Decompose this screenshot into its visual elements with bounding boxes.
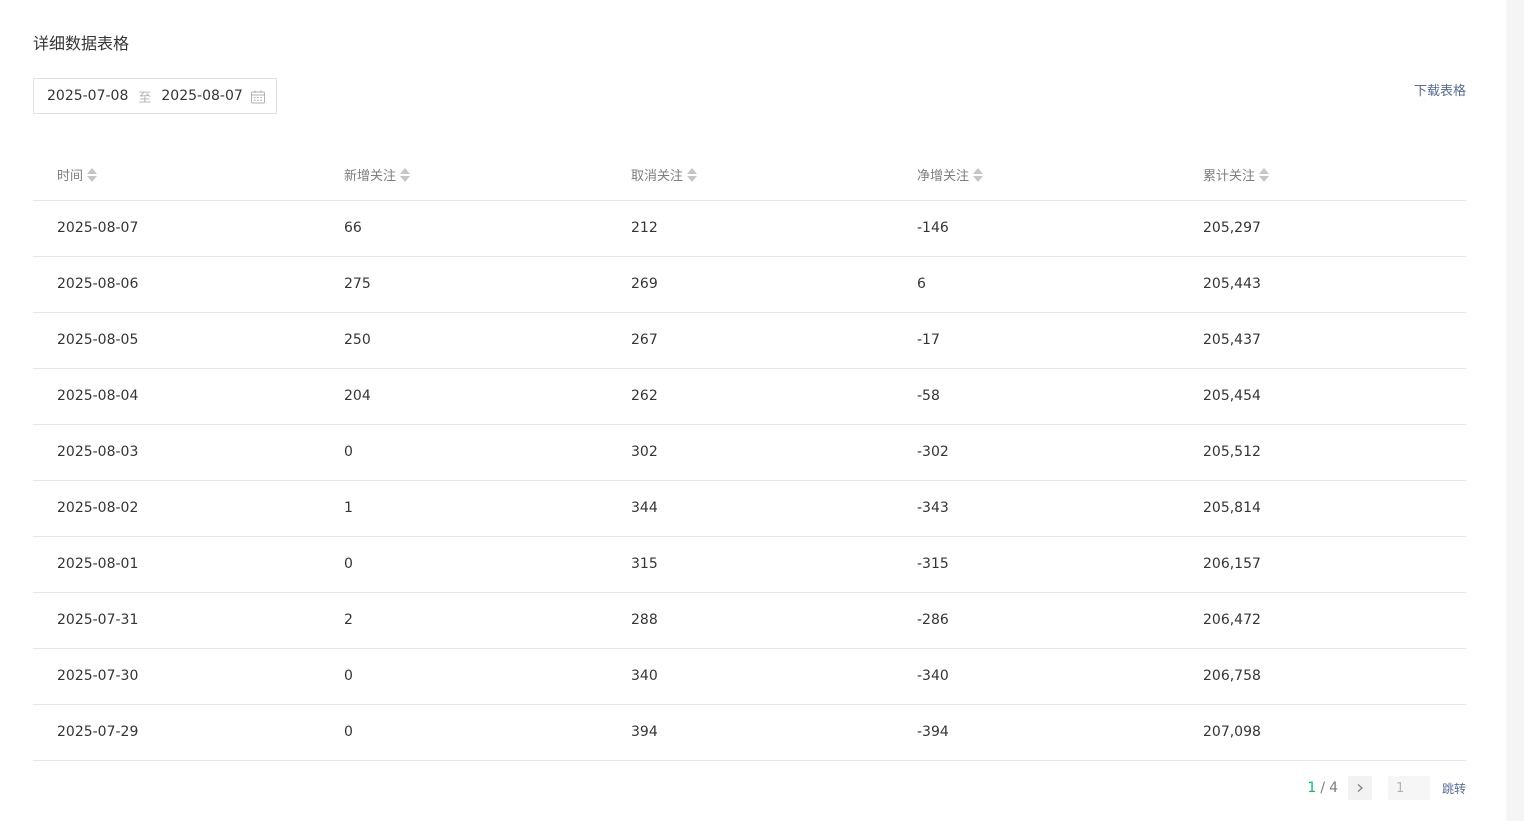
cell-net-follows: 6	[917, 276, 926, 292]
table-row: 2025-07-29 0 394 -394 207,098	[33, 705, 1466, 761]
sort-icon[interactable]	[687, 167, 698, 182]
sort-icon[interactable]	[1259, 167, 1270, 182]
cell-cumulative-follows: 205,443	[1203, 276, 1261, 292]
table-header: 时间 新增关注 取消关注 净增关注 累计关注	[33, 146, 1466, 201]
cell-unfollows: 315	[631, 556, 658, 572]
cell-unfollows: 212	[631, 220, 658, 236]
cell-date: 2025-07-29	[57, 724, 139, 740]
table-row: 2025-08-03 0 302 -302 205,512	[33, 425, 1466, 481]
detail-data-panel: 详细数据表格 2025-07-08 至 2025-08-07 下载表格 时间 新…	[33, 0, 1466, 821]
cell-net-follows: -17	[917, 332, 940, 348]
cell-new-follows: 66	[344, 220, 362, 236]
download-table-link[interactable]: 下载表格	[1414, 80, 1466, 99]
pagination-separator: /	[1320, 780, 1326, 796]
cell-date: 2025-08-06	[57, 276, 139, 292]
chevron-right-icon	[1357, 784, 1363, 792]
table-row: 2025-08-05 250 267 -17 205,437	[33, 313, 1466, 369]
cell-net-follows: -343	[917, 500, 949, 516]
cell-cumulative-follows: 205,454	[1203, 388, 1261, 404]
scrollbar[interactable]	[1506, 0, 1524, 821]
cell-new-follows: 0	[344, 724, 353, 740]
date-range-start[interactable]: 2025-07-08	[47, 88, 128, 104]
cell-cumulative-follows: 205,297	[1203, 220, 1261, 236]
cell-unfollows: 269	[631, 276, 658, 292]
cell-net-follows: -340	[917, 668, 949, 684]
pagination-total-pages: 4	[1329, 780, 1338, 796]
cell-cumulative-follows: 207,098	[1203, 724, 1261, 740]
column-header-new-follows[interactable]: 新增关注	[344, 165, 411, 184]
cell-net-follows: -302	[917, 444, 949, 460]
cell-unfollows: 262	[631, 388, 658, 404]
table-row: 2025-07-31 2 288 -286 206,472	[33, 593, 1466, 649]
page: 详细数据表格 2025-07-08 至 2025-08-07 下载表格 时间 新…	[0, 0, 1524, 821]
calendar-icon[interactable]	[250, 89, 266, 105]
cell-cumulative-follows: 206,758	[1203, 668, 1261, 684]
cell-date: 2025-07-31	[57, 612, 139, 628]
data-table: 时间 新增关注 取消关注 净增关注 累计关注 2025-08-07 66 212…	[33, 146, 1466, 761]
sort-icon[interactable]	[973, 167, 984, 182]
cell-date: 2025-08-01	[57, 556, 139, 572]
cell-net-follows: -58	[917, 388, 940, 404]
cell-cumulative-follows: 206,472	[1203, 612, 1261, 628]
table-row: 2025-08-07 66 212 -146 205,297	[33, 201, 1466, 257]
table-row: 2025-08-06 275 269 6 205,443	[33, 257, 1466, 313]
cell-new-follows: 2	[344, 612, 353, 628]
cell-unfollows: 344	[631, 500, 658, 516]
cell-unfollows: 302	[631, 444, 658, 460]
cell-unfollows: 340	[631, 668, 658, 684]
column-header-label: 净增关注	[917, 169, 970, 184]
cell-unfollows: 267	[631, 332, 658, 348]
cell-net-follows: -394	[917, 724, 949, 740]
cell-date: 2025-08-05	[57, 332, 139, 348]
next-page-button[interactable]	[1347, 776, 1372, 800]
jump-button[interactable]: 跳转	[1442, 780, 1466, 797]
column-header-label: 新增关注	[344, 169, 397, 184]
cell-unfollows: 394	[631, 724, 658, 740]
section-title: 详细数据表格	[33, 34, 130, 53]
sort-icon[interactable]	[400, 167, 411, 182]
page-number-input[interactable]	[1387, 776, 1430, 800]
cell-cumulative-follows: 205,512	[1203, 444, 1261, 460]
cell-unfollows: 288	[631, 612, 658, 628]
cell-new-follows: 250	[344, 332, 371, 348]
cell-new-follows: 275	[344, 276, 371, 292]
cell-date: 2025-08-03	[57, 444, 139, 460]
cell-date: 2025-07-30	[57, 668, 139, 684]
table-row: 2025-08-02 1 344 -343 205,814	[33, 481, 1466, 537]
table-row: 2025-08-01 0 315 -315 206,157	[33, 537, 1466, 593]
cell-new-follows: 0	[344, 668, 353, 684]
cell-cumulative-follows: 205,437	[1203, 332, 1261, 348]
cell-net-follows: -315	[917, 556, 949, 572]
date-range-end[interactable]: 2025-08-07	[161, 88, 242, 104]
table-row: 2025-08-04 204 262 -58 205,454	[33, 369, 1466, 425]
sort-icon[interactable]	[87, 167, 98, 182]
date-range-separator: 至	[138, 90, 152, 106]
cell-cumulative-follows: 206,157	[1203, 556, 1261, 572]
cell-date: 2025-08-07	[57, 220, 139, 236]
column-header-cumulative-follows[interactable]: 累计关注	[1203, 165, 1270, 184]
cell-new-follows: 0	[344, 556, 353, 572]
table-row: 2025-07-30 0 340 -340 206,758	[33, 649, 1466, 705]
date-range-picker[interactable]: 2025-07-08 至 2025-08-07	[33, 78, 277, 114]
column-header-label: 取消关注	[631, 169, 684, 184]
cell-date: 2025-08-04	[57, 388, 139, 404]
column-header-time[interactable]: 时间	[57, 165, 98, 184]
cell-new-follows: 204	[344, 388, 371, 404]
pagination-current-page: 1	[1307, 780, 1317, 796]
column-header-unfollows[interactable]: 取消关注	[631, 165, 698, 184]
cell-net-follows: -286	[917, 612, 949, 628]
cell-new-follows: 0	[344, 444, 353, 460]
pagination: 1 / 4 跳转	[1307, 776, 1466, 800]
cell-net-follows: -146	[917, 220, 949, 236]
column-header-net-follows[interactable]: 净增关注	[917, 165, 984, 184]
column-header-label: 累计关注	[1203, 169, 1256, 184]
cell-cumulative-follows: 205,814	[1203, 500, 1261, 516]
column-header-label: 时间	[57, 169, 84, 184]
cell-date: 2025-08-02	[57, 500, 139, 516]
cell-new-follows: 1	[344, 500, 353, 516]
